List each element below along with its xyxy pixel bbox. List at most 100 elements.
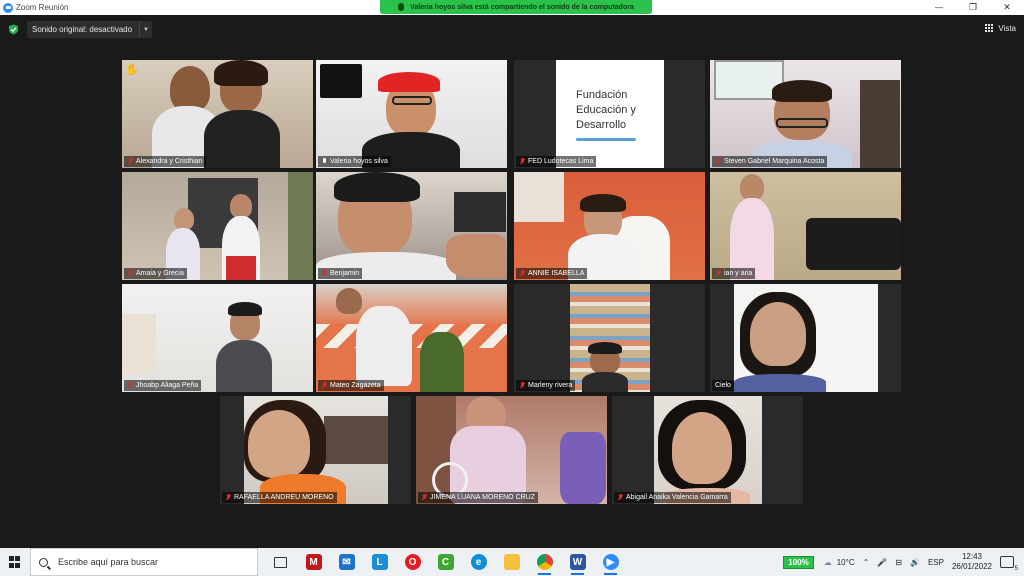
launcher-app[interactable]: L	[363, 548, 396, 576]
participant-name-label: JIMENA LUANA MORENO CRUZ	[418, 492, 539, 503]
folder-icon	[503, 554, 520, 570]
raised-hand-icon: ✋	[125, 63, 139, 76]
mic-muted-icon	[421, 494, 427, 501]
participant-tile[interactable]: Fundación Educación y Desarrollo FED Lud…	[514, 60, 705, 168]
chevron-down-icon[interactable]: ▼	[139, 21, 152, 38]
zoom-app[interactable]: ▶	[594, 548, 627, 576]
participant-name-label: Cielo	[712, 380, 734, 391]
shield-check-icon[interactable]	[8, 24, 19, 35]
mcafee-app[interactable]: M	[297, 548, 330, 576]
battery-indicator[interactable]: 100%	[783, 555, 814, 569]
mail-app[interactable]: ✉	[330, 548, 363, 576]
window-title: Zoom Reunión	[16, 3, 69, 12]
volume-icon[interactable]: 🔊	[910, 558, 920, 567]
participant-name: Benjamin	[330, 270, 360, 277]
original-sound-button[interactable]: Sonido original: desactivado ▼	[27, 21, 152, 38]
camtasia-app[interactable]: C	[429, 548, 462, 576]
mic-muted-icon	[715, 158, 721, 165]
participant-name: ANNIE ISABELLA	[528, 270, 585, 277]
clock-time: 12:43	[961, 552, 982, 561]
participant-tile[interactable]: Steven Gabriel Marquina Acosta	[710, 60, 901, 168]
participant-tile[interactable]: ian y aria	[710, 172, 901, 280]
share-banner-text: Valeria hoyos silva está compartiendo el…	[410, 3, 634, 11]
edge-browser[interactable]: e	[462, 548, 495, 576]
participant-name-label: Abigail Anaika Valencia Gamarra	[614, 492, 731, 503]
participant-tile[interactable]: Abigail Anaika Valencia Gamarra	[612, 396, 803, 504]
file-explorer[interactable]	[495, 548, 528, 576]
view-button[interactable]: Vista	[985, 21, 1016, 35]
participant-name-label: Valeria hoyos silva	[318, 156, 391, 167]
participant-tile[interactable]: ✋ Alexandra y Cristhian	[122, 60, 313, 168]
participant-name: JIMENA LUANA MORENO CRUZ	[430, 494, 536, 501]
participant-name-label: ANNIE ISABELLA	[516, 268, 588, 279]
language-indicator[interactable]: ESP	[928, 558, 944, 567]
task-view-button[interactable]	[264, 548, 297, 576]
weather-widget[interactable]: ☁ 10°C	[824, 558, 855, 567]
restore-button[interactable]: ❐	[956, 0, 990, 15]
grid-view-icon	[985, 23, 994, 33]
participant-name: Marleny rivera	[528, 382, 573, 389]
taskbar-clock[interactable]: 12:43 26/01/2022	[952, 552, 992, 572]
participant-name-label: ian y aria	[712, 268, 756, 279]
mic-muted-icon	[321, 270, 327, 277]
mic-muted-icon	[519, 382, 525, 389]
tray-overflow-chevron-icon[interactable]: ⌃	[863, 558, 870, 567]
mic-muted-icon	[225, 494, 231, 501]
mic-muted-icon	[617, 494, 623, 501]
windows-taskbar: Escribe aquí para buscar M ✉ L O C e W ▶…	[0, 548, 1024, 576]
notification-count: 5	[1014, 566, 1018, 572]
close-button[interactable]: ✕	[990, 0, 1024, 15]
mic-muted-icon	[715, 270, 721, 277]
participant-tile[interactable]: Benjamin	[316, 172, 507, 280]
notification-center-icon[interactable]: 5	[1000, 556, 1018, 572]
cloud-icon: ☁	[823, 557, 832, 567]
participant-name: Abigail Anaika Valencia Gamarra	[626, 494, 728, 501]
logo-underline	[576, 137, 636, 141]
participant-name: ian y aria	[724, 270, 753, 277]
participant-name-label: FED Ludotecas Lima	[516, 156, 597, 167]
opera-icon: O	[404, 554, 421, 570]
chrome-browser[interactable]	[528, 548, 561, 576]
participant-name: FED Ludotecas Lima	[528, 158, 594, 165]
participant-name: Cielo	[715, 382, 731, 389]
start-button[interactable]	[0, 548, 30, 576]
participant-tile[interactable]: Jhoabp Aliaga Peña	[122, 284, 313, 392]
participant-name: RAFAELLA ANDREU MORENO	[234, 494, 334, 501]
pinned-apps: M ✉ L O C e W ▶	[264, 548, 627, 576]
network-icon[interactable]: ⊟	[895, 558, 902, 567]
participant-tile[interactable]: JIMENA LUANA MORENO CRUZ	[416, 396, 607, 504]
mic-muted-icon	[127, 382, 133, 389]
participant-tile[interactable]: Cielo	[710, 284, 901, 392]
mic-muted-icon	[127, 270, 133, 277]
zoom-meeting-window: Zoom Reunión — ❐ ✕ Valeria hoyos silva e…	[0, 0, 1024, 576]
microphone-icon[interactable]: 🎤	[877, 558, 887, 567]
minimize-button[interactable]: —	[922, 0, 956, 15]
opera-browser[interactable]: O	[396, 548, 429, 576]
mic-muted-icon	[127, 158, 133, 165]
participant-name-label: Steven Gabriel Marquina Acosta	[712, 156, 828, 167]
participant-tile[interactable]: ANNIE ISABELLA	[514, 172, 705, 280]
word-app[interactable]: W	[561, 548, 594, 576]
participant-name-label: RAFAELLA ANDREU MORENO	[222, 492, 337, 503]
word-icon: W	[569, 554, 586, 570]
edge-icon: e	[470, 554, 487, 570]
zoom-camera-icon: ▶	[602, 554, 619, 570]
mic-muted-icon	[519, 270, 525, 277]
participant-tile-active-speaker[interactable]: Valeria hoyos silva	[316, 60, 507, 168]
original-sound-label: Sonido original: desactivado	[32, 25, 133, 34]
task-view-icon	[274, 556, 287, 568]
participant-name: Jhoabp Aliaga Peña	[136, 382, 199, 389]
mic-muted-icon	[321, 382, 327, 389]
participant-tile[interactable]: RAFAELLA ANDREU MORENO	[220, 396, 411, 504]
participant-tile[interactable]: Marleny rivera	[514, 284, 705, 392]
participant-name: Alexandra y Cristhian	[136, 158, 203, 165]
mcafee-shield-icon: M	[305, 554, 322, 570]
participant-tile[interactable]: Mateo Zagazeta	[316, 284, 507, 392]
weather-temp: 10°C	[836, 557, 855, 567]
participant-name: Mateo Zagazeta	[330, 382, 381, 389]
participant-name-label: Amaia y Grecia	[124, 268, 187, 279]
camtasia-icon: C	[437, 554, 454, 570]
screen-share-banner[interactable]: Valeria hoyos silva está compartiendo el…	[380, 0, 652, 14]
participant-tile[interactable]: Amaia y Grecia	[122, 172, 313, 280]
taskbar-search-box[interactable]: Escribe aquí para buscar	[30, 548, 258, 576]
